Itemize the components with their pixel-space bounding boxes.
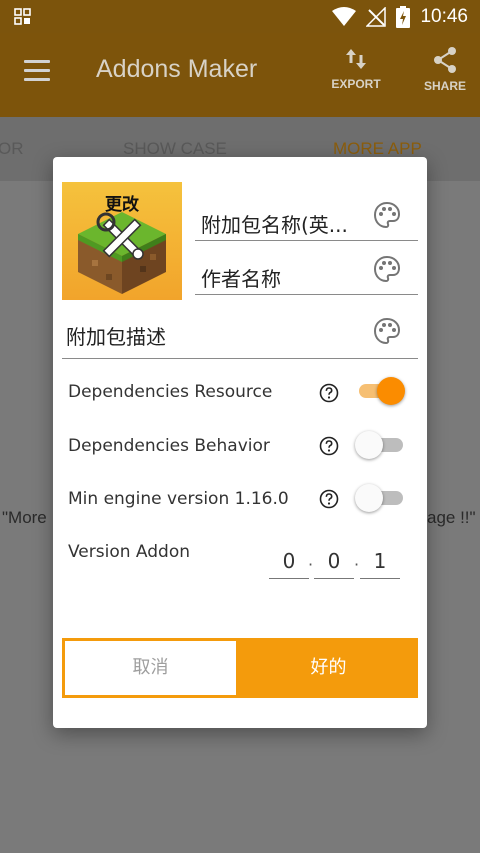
share-icon — [434, 47, 456, 73]
palette-icon[interactable] — [373, 201, 401, 229]
version-separator: · — [354, 555, 360, 574]
version-patch-input[interactable]: 1 — [360, 549, 400, 579]
export-label: EXPORT — [331, 77, 381, 91]
dependencies-resource-toggle[interactable] — [355, 377, 405, 405]
export-button[interactable]: EXPORT — [321, 47, 391, 91]
addon-settings-dialog: 更改 附加包名称(英... 作者名称 附加包描述 Dependencies Re… — [53, 157, 427, 728]
share-label: SHARE — [423, 79, 466, 93]
author-name-text: 作者名称 — [201, 267, 281, 291]
description-field[interactable]: 附加包描述 — [62, 315, 418, 359]
help-icon[interactable] — [319, 436, 339, 456]
description-text: 附加包描述 — [66, 325, 166, 349]
share-button[interactable]: SHARE — [410, 47, 480, 93]
version-major-input[interactable]: 0 — [269, 549, 309, 579]
clock: 10:46 — [420, 6, 468, 27]
background-text-left: "More — [2, 508, 47, 527]
addon-thumbnail[interactable]: 更改 — [62, 182, 182, 300]
cancel-button[interactable]: 取消 — [62, 638, 239, 698]
tab-partial[interactable]: OR — [0, 139, 24, 159]
swap-vert-icon — [346, 49, 366, 69]
change-image-label: 更改 — [105, 195, 139, 215]
version-minor-input[interactable]: 0 — [314, 549, 354, 579]
palette-icon[interactable] — [373, 255, 401, 283]
palette-icon[interactable] — [373, 317, 401, 345]
dependencies-behavior-label: Dependencies Behavior — [68, 436, 270, 456]
help-icon[interactable] — [319, 383, 339, 403]
app-bar: Addons Maker EXPORT SHARE — [0, 33, 480, 117]
app-grid-icon — [14, 8, 31, 25]
tab-more-app[interactable]: MORE APP — [333, 139, 422, 159]
help-icon[interactable] — [319, 489, 339, 509]
version-separator: · — [308, 555, 314, 574]
min-engine-version-label: Min engine version 1.16.0 — [68, 489, 289, 509]
menu-icon[interactable] — [24, 60, 50, 82]
version-addon-label: Version Addon — [68, 542, 191, 562]
ok-button[interactable]: 好的 — [239, 638, 418, 698]
status-bar: 10:46 — [0, 0, 480, 33]
battery-icon — [396, 6, 411, 28]
app-title: Addons Maker — [96, 55, 258, 83]
min-engine-version-toggle[interactable] — [355, 484, 405, 512]
wifi-icon — [332, 7, 357, 26]
dependencies-behavior-toggle[interactable] — [355, 431, 405, 459]
no-signal-icon — [366, 7, 387, 27]
tab-show-case[interactable]: SHOW CASE — [123, 139, 227, 159]
addon-name-text: 附加包名称(英... — [201, 213, 348, 237]
background-text-right: age !!" — [427, 508, 476, 527]
dependencies-resource-label: Dependencies Resource — [68, 382, 273, 402]
